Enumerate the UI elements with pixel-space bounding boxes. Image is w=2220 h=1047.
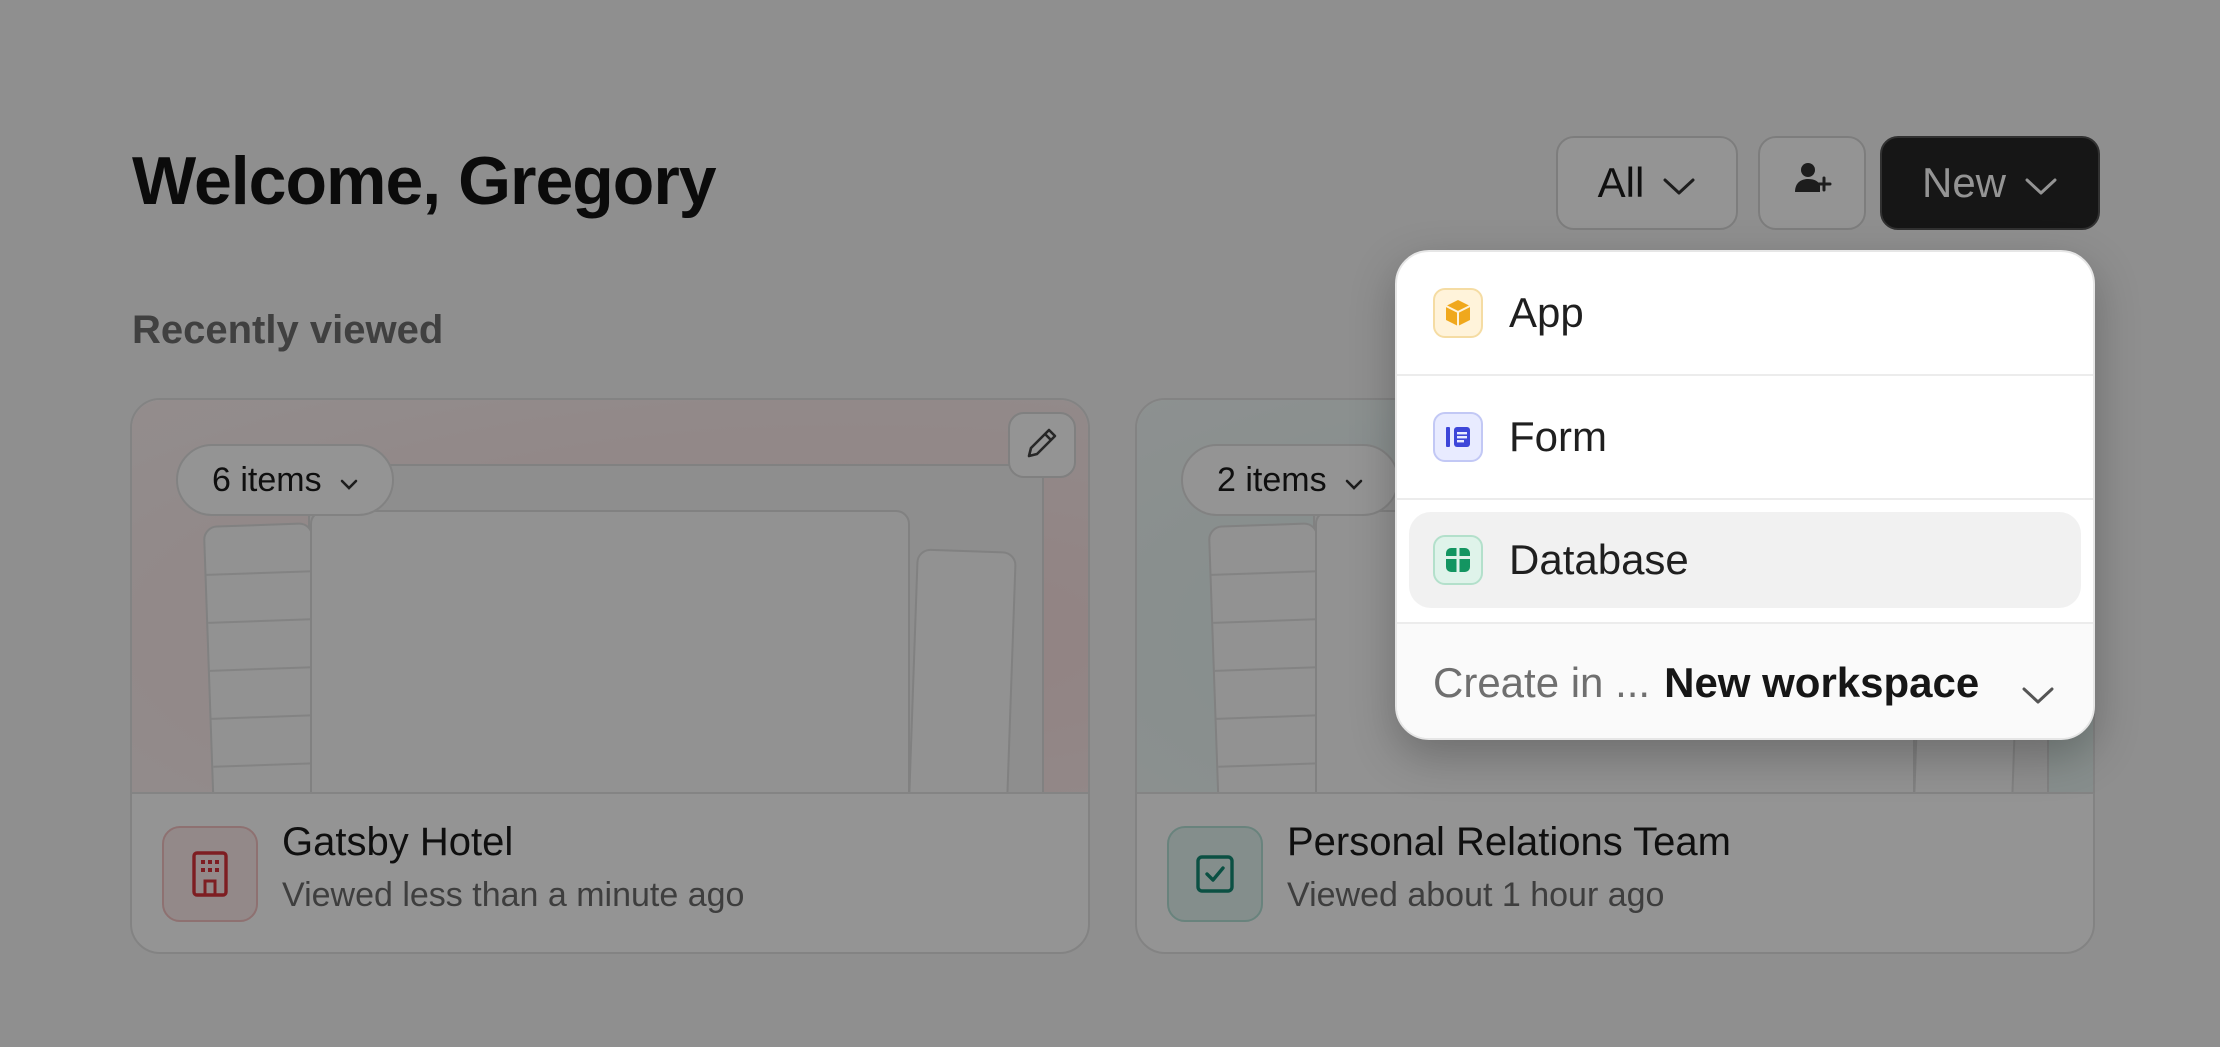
menu-divider — [1397, 498, 2093, 500]
menu-item-form[interactable]: Form — [1397, 376, 2093, 498]
menu-item-app[interactable]: App — [1397, 252, 2093, 374]
menu-item-label: Database — [1509, 536, 1689, 583]
workspace-name: New workspace — [1664, 659, 1980, 706]
form-icon — [1433, 412, 1483, 462]
create-in-label: Create in ... — [1433, 659, 1651, 706]
menu-item-label: App — [1509, 289, 1584, 336]
cube-icon — [1433, 288, 1483, 338]
new-menu-dropdown: App Form Database Create in ... New work — [1395, 250, 2095, 740]
create-in-workspace-selector[interactable]: Create in ... New workspace — [1397, 622, 2093, 738]
table-icon — [1433, 535, 1483, 585]
menu-item-label: Form — [1509, 413, 1607, 460]
menu-item-database[interactable]: Database — [1409, 512, 2081, 608]
chevron-down-icon — [2021, 668, 2055, 716]
